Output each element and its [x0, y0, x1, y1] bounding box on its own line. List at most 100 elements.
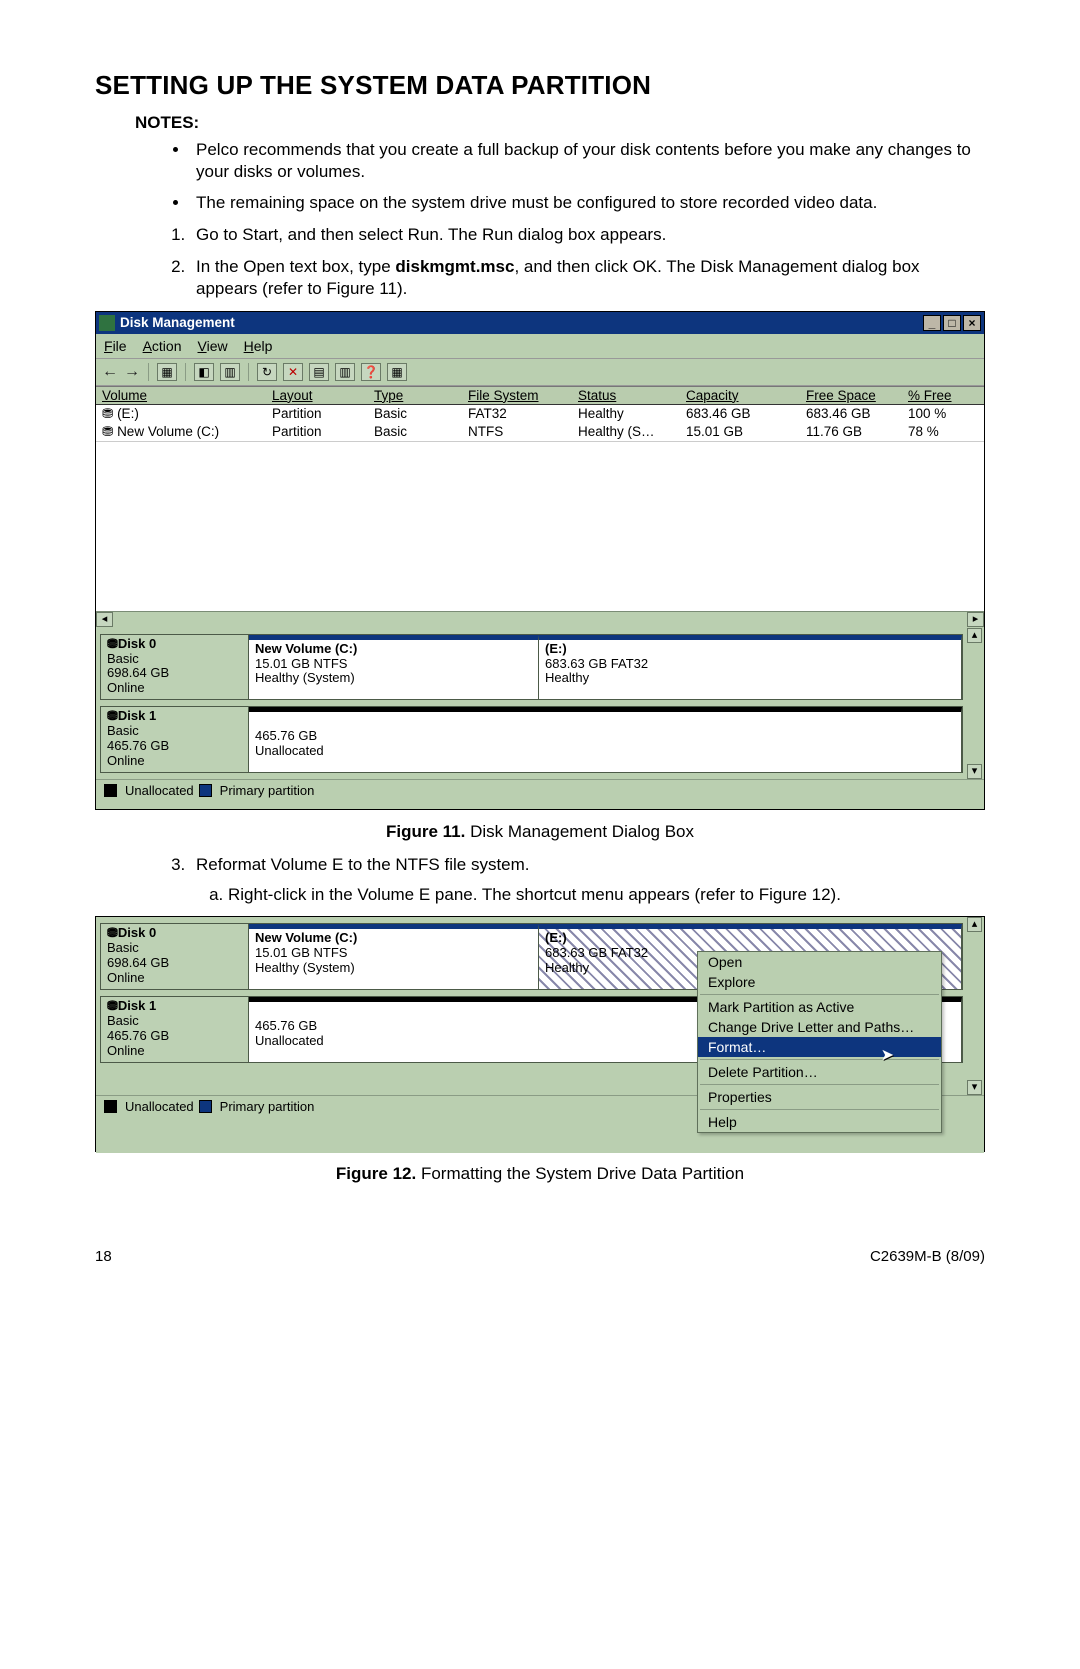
- partition-name: (E:): [545, 931, 955, 946]
- cell: 100 %: [902, 405, 972, 423]
- partition-line: 683.63 GB FAT32: [545, 657, 955, 672]
- help-icon[interactable]: ❓: [361, 363, 381, 381]
- partition-line: Healthy (System): [255, 961, 532, 976]
- cell: Partition: [266, 423, 368, 441]
- disk-state: Online: [107, 754, 242, 769]
- disk-icon: ⛃: [107, 636, 118, 651]
- cell: Basic: [368, 405, 462, 423]
- partition-name: New Volume (C:): [255, 931, 532, 946]
- col-capacity[interactable]: Capacity: [680, 387, 800, 404]
- vertical-scrollbar[interactable]: ▴ ▾: [967, 917, 984, 1095]
- page-number: 18: [95, 1248, 112, 1265]
- disk-size: 698.64 GB: [107, 956, 242, 971]
- cell: 683.46 GB: [680, 405, 800, 423]
- disk-info: ⛃Disk 0 Basic 698.64 GB Online: [101, 924, 249, 989]
- figure-12-caption: Figure 12. Formatting the System Drive D…: [95, 1164, 985, 1184]
- ctx-change-letter[interactable]: Change Drive Letter and Paths…: [698, 1017, 941, 1037]
- disk-name: Disk 0: [118, 636, 156, 651]
- disk-info: ⛃Disk 0 Basic 698.64 GB Online: [101, 635, 249, 700]
- forward-icon[interactable]: →: [124, 363, 140, 381]
- note-item: Pelco recommends that you create a full …: [190, 139, 985, 183]
- menu-file[interactable]: File: [104, 338, 127, 354]
- legend-unallocated: Unallocated: [125, 1099, 194, 1114]
- steps-list-continued: Reformat Volume E to the NTFS file syste…: [95, 854, 985, 906]
- scroll-left-icon[interactable]: ◂: [96, 612, 113, 627]
- col-free-space[interactable]: Free Space: [800, 387, 902, 404]
- scroll-right-icon[interactable]: ▸: [967, 612, 984, 627]
- ctx-format[interactable]: Format…: [698, 1037, 941, 1057]
- scroll-up-icon[interactable]: ▴: [967, 628, 982, 643]
- partition-c[interactable]: New Volume (C:) 15.01 GB NTFS Healthy (S…: [249, 635, 539, 700]
- disk-icon: ⛃: [107, 708, 118, 723]
- col-volume[interactable]: Volume: [96, 387, 266, 404]
- partition-name: New Volume (C:): [255, 642, 532, 657]
- step-3-text: Reformat Volume E to the NTFS file syste…: [196, 855, 530, 874]
- partition-line: Healthy (System): [255, 671, 532, 686]
- ctx-mark-active[interactable]: Mark Partition as Active: [698, 997, 941, 1017]
- notes-list: Pelco recommends that you create a full …: [95, 139, 985, 214]
- cell: 15.01 GB: [680, 423, 800, 441]
- cell: 683.46 GB: [800, 405, 902, 423]
- partition-e[interactable]: (E:) 683.63 GB FAT32 Healthy: [539, 635, 962, 700]
- disk-type: Basic: [107, 724, 242, 739]
- close-button[interactable]: ×: [963, 315, 981, 331]
- window-title: Disk Management: [120, 315, 235, 330]
- disk-info: ⛃Disk 1 Basic 465.76 GB Online: [101, 707, 249, 772]
- ctx-help[interactable]: Help: [698, 1112, 941, 1132]
- scroll-down-icon[interactable]: ▾: [967, 1080, 982, 1095]
- menu-bar: File Action View Help: [96, 334, 984, 359]
- ctx-delete[interactable]: Delete Partition…: [698, 1062, 941, 1082]
- window-titlebar: Disk Management _ □ ×: [96, 312, 984, 334]
- partition-line: 15.01 GB NTFS: [255, 657, 532, 672]
- col-filesystem[interactable]: File System: [462, 387, 572, 404]
- disk-icon: ⛃: [107, 925, 118, 940]
- partition-line: Unallocated: [255, 744, 955, 759]
- disk-size: 465.76 GB: [107, 1029, 242, 1044]
- menu-action[interactable]: Action: [143, 338, 182, 354]
- cell: Partition: [266, 405, 368, 423]
- disk0-row: ⛃Disk 0 Basic 698.64 GB Online New Volum…: [100, 634, 963, 701]
- table-row[interactable]: ⛃ New Volume (C:) Partition Basic NTFS H…: [96, 423, 984, 441]
- menu-help[interactable]: Help: [244, 338, 273, 354]
- toolbar-icon[interactable]: ▤: [309, 363, 329, 381]
- minimize-button[interactable]: _: [923, 315, 941, 331]
- ctx-properties[interactable]: Properties: [698, 1087, 941, 1107]
- ctx-explore[interactable]: Explore: [698, 972, 941, 992]
- disk-name: Disk 1: [118, 998, 156, 1013]
- disk-type: Basic: [107, 652, 242, 667]
- swatch-primary: [199, 784, 212, 797]
- disk-info: ⛃Disk 1 Basic 465.76 GB Online: [101, 997, 249, 1062]
- step-2: In the Open text box, type diskmgmt.msc,…: [190, 256, 985, 300]
- doc-id: C2639M-B (8/09): [870, 1248, 985, 1265]
- scroll-up-icon[interactable]: ▴: [967, 917, 982, 932]
- notes-heading: NOTES:: [135, 113, 985, 133]
- disk-type: Basic: [107, 941, 242, 956]
- col-layout[interactable]: Layout: [266, 387, 368, 404]
- refresh-icon[interactable]: ↻: [257, 363, 277, 381]
- partition-c[interactable]: New Volume (C:) 15.01 GB NTFS Healthy (S…: [249, 924, 539, 989]
- swatch-unallocated: [104, 784, 117, 797]
- note-item: The remaining space on the system drive …: [190, 192, 985, 214]
- col-percent-free[interactable]: % Free: [902, 387, 972, 404]
- menu-view[interactable]: View: [198, 338, 228, 354]
- volume-table-header: Volume Layout Type File System Status Ca…: [96, 386, 984, 405]
- partition-unallocated[interactable]: 465.76 GB Unallocated: [249, 707, 962, 772]
- table-row[interactable]: ⛃ (E:) Partition Basic FAT32 Healthy 683…: [96, 405, 984, 423]
- back-icon[interactable]: ←: [102, 363, 118, 381]
- vertical-scrollbar[interactable]: ▴ ▾: [967, 628, 984, 780]
- delete-icon[interactable]: ✕: [283, 363, 303, 381]
- context-menu: Open Explore Mark Partition as Active Ch…: [697, 951, 942, 1133]
- toolbar-icon[interactable]: ▦: [157, 363, 177, 381]
- toolbar-icon[interactable]: ▥: [220, 363, 240, 381]
- col-status[interactable]: Status: [572, 387, 680, 404]
- toolbar-icon[interactable]: ▥: [335, 363, 355, 381]
- drive-icon: ⛃: [102, 406, 117, 421]
- toolbar-icon[interactable]: ▦: [387, 363, 407, 381]
- horizontal-scrollbar[interactable]: ◂ ▸: [96, 611, 984, 628]
- maximize-button[interactable]: □: [943, 315, 961, 331]
- col-type[interactable]: Type: [368, 387, 462, 404]
- toolbar-icon[interactable]: ◧: [194, 363, 214, 381]
- ctx-open[interactable]: Open: [698, 952, 941, 972]
- cell: 11.76 GB: [800, 423, 902, 441]
- scroll-down-icon[interactable]: ▾: [967, 764, 982, 779]
